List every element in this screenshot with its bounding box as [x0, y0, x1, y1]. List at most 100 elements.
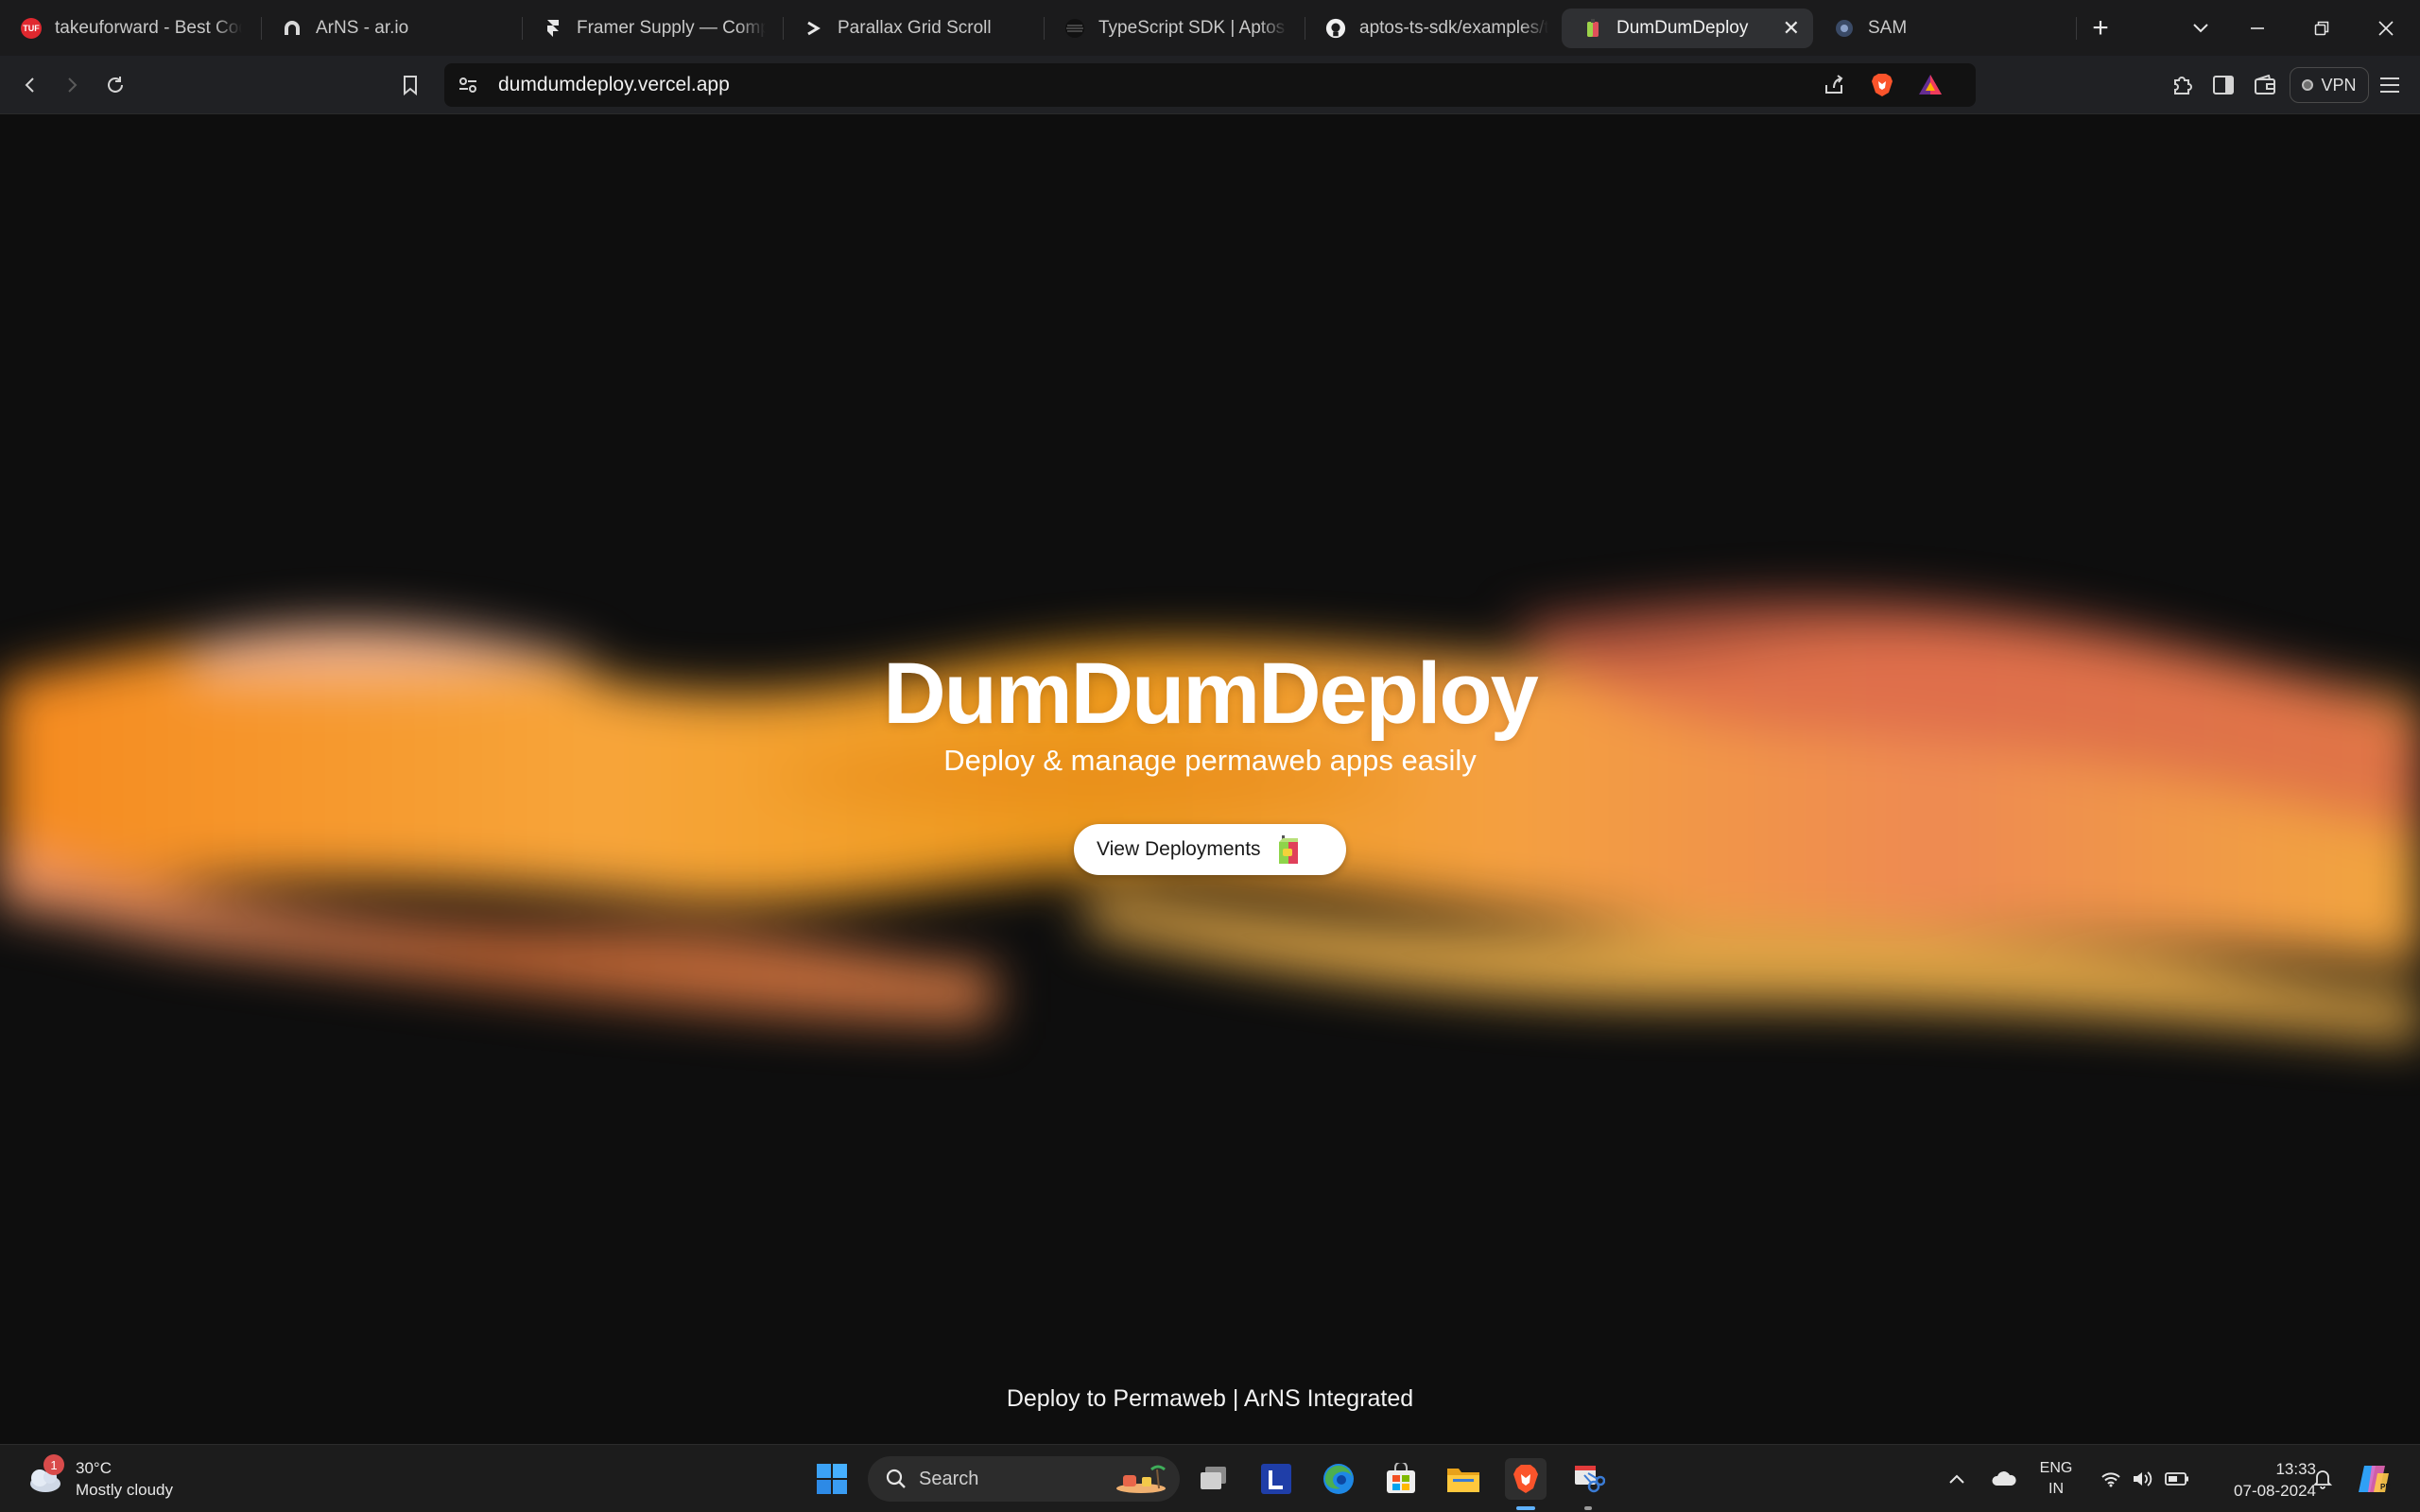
taskbar-app-l[interactable]	[1255, 1458, 1297, 1500]
wallet-button[interactable]	[2246, 56, 2284, 114]
volume-tray-icon[interactable]	[2129, 1445, 2157, 1512]
close-tab-icon[interactable]: ✕	[1783, 16, 1800, 41]
taskbar-search[interactable]: Search	[868, 1456, 1180, 1502]
browser-tab-strip: TUF takeuforward - Best Coding ArNS - ar…	[0, 0, 2420, 56]
sidebar-toggle-button[interactable]	[2204, 56, 2242, 114]
framer-icon	[543, 18, 563, 39]
tuf-icon: TUF	[21, 18, 42, 39]
hero-subtitle: Deploy & manage permaweb apps easily	[943, 744, 1477, 777]
brave-shields-icon[interactable]	[1870, 72, 1894, 103]
hero-title: DumDumDeploy	[883, 645, 1539, 742]
new-tab-button[interactable]: +	[2080, 0, 2121, 56]
web-page: DumDumDeploy Deploy & manage permaweb ap…	[0, 115, 2420, 1444]
task-view-button[interactable]	[1193, 1458, 1235, 1500]
clock-time: 13:33	[2275, 1460, 2316, 1478]
wallet-icon	[2255, 75, 2275, 94]
view-deployments-button[interactable]: View Deployments	[1074, 824, 1346, 875]
brave-rewards-icon[interactable]	[1917, 73, 1944, 102]
taskbar-brave-browser[interactable]	[1505, 1458, 1547, 1500]
taskbar-snipping-tool[interactable]	[1567, 1458, 1609, 1500]
tab-dumdumdeploy[interactable]: DumDumDeploy ✕	[1562, 9, 1813, 48]
bookmark-button[interactable]	[391, 56, 429, 114]
tab-parallax-grid-scroll[interactable]: Parallax Grid Scroll	[783, 9, 1040, 48]
weather-notification-badge: 1	[43, 1454, 64, 1475]
copilot-icon: PRE	[2359, 1466, 2391, 1492]
close-window-icon[interactable]	[2365, 0, 2407, 56]
bookmark-icon	[404, 76, 417, 95]
reload-icon	[108, 77, 123, 93]
l-app-icon	[1261, 1464, 1291, 1494]
start-button[interactable]	[811, 1458, 853, 1500]
tab-typescript-sdk[interactable]: TypeScript SDK | Aptos Docs	[1044, 9, 1301, 48]
juice-box-icon	[1278, 835, 1298, 864]
forward-arrow-icon	[68, 77, 78, 93]
onedrive-cloud-icon	[1992, 1471, 2016, 1486]
notifications-button[interactable]	[2307, 1445, 2339, 1512]
forward-button[interactable]	[53, 56, 91, 114]
back-arrow-icon	[25, 77, 34, 93]
tab-title: aptos-ts-sdk/examples/typescript	[1359, 18, 1548, 38]
tab-search-chevron-icon[interactable]	[2180, 0, 2221, 56]
share-icon[interactable]	[1823, 74, 1845, 101]
tab-separator	[2076, 17, 2077, 40]
sam-icon	[1834, 18, 1855, 39]
site-settings-icon[interactable]	[458, 75, 478, 100]
address-bar[interactable]: dumdumdeploy.vercel.app	[444, 63, 1976, 107]
vpn-button[interactable]: VPN	[2290, 67, 2369, 103]
tab-takeuforward[interactable]: TUF takeuforward - Best Coding	[0, 9, 255, 48]
tab-title: SAM	[1868, 18, 1908, 38]
battery-tray-icon[interactable]	[2163, 1445, 2191, 1512]
tab-sam[interactable]: SAM	[1813, 9, 2070, 48]
back-button[interactable]	[11, 56, 49, 114]
show-hidden-icons-button[interactable]	[1940, 1445, 1974, 1512]
search-icon	[886, 1469, 906, 1488]
search-placeholder: Search	[919, 1468, 979, 1489]
chevron-right-icon	[804, 18, 824, 39]
minimize-window-icon[interactable]	[2237, 0, 2278, 56]
vpn-label: VPN	[2321, 75, 2357, 94]
sidebar-icon	[2213, 76, 2234, 94]
tab-title: TypeScript SDK | Aptos Docs	[1098, 18, 1288, 38]
main-menu-button[interactable]	[2371, 56, 2409, 114]
vpn-status-icon	[2302, 79, 2314, 91]
github-icon	[1325, 18, 1346, 39]
tab-aptos-ts-sdk-github[interactable]: aptos-ts-sdk/examples/typescript	[1305, 9, 1562, 48]
chevron-up-icon	[1949, 1474, 1964, 1484]
task-view-icon	[1201, 1467, 1226, 1489]
url-text[interactable]: dumdumdeploy.vercel.app	[498, 63, 730, 107]
system-clock[interactable]: 13:33 07-08-2024	[2203, 1458, 2316, 1502]
screen: TUF takeuforward - Best Coding ArNS - ar…	[0, 0, 2420, 1512]
svg-text:PRE: PRE	[2380, 1483, 2391, 1491]
reload-button[interactable]	[96, 56, 134, 114]
hamburger-menu-icon	[2380, 77, 2399, 93]
taskbar-file-explorer[interactable]	[1443, 1458, 1484, 1500]
aptos-icon	[1064, 18, 1085, 39]
wifi-tray-icon[interactable]	[2097, 1445, 2125, 1512]
folder-icon	[1447, 1469, 1479, 1492]
view-deployments-label: View Deployments	[1097, 838, 1261, 860]
tab-title: takeuforward - Best Coding	[55, 18, 242, 38]
copilot-button[interactable]: PRE	[2352, 1445, 2395, 1512]
taskbar-microsoft-store[interactable]	[1380, 1458, 1422, 1500]
tab-title: Framer Supply — Components	[577, 18, 766, 38]
input-language-indicator[interactable]: ENG IN	[2032, 1458, 2080, 1500]
store-icon	[1387, 1463, 1415, 1493]
windows-logo-icon	[817, 1464, 847, 1494]
tab-framer-supply[interactable]: Framer Supply — Components	[522, 9, 779, 48]
windows-taskbar: 30°C Mostly cloudy 1 Search ENG IN 13:33…	[0, 1444, 2420, 1512]
puzzle-icon	[2174, 77, 2192, 94]
brave-running-indicator	[1516, 1506, 1535, 1510]
tab-title: DumDumDeploy	[1616, 18, 1749, 38]
tab-arns[interactable]: ArNS - ar.io	[261, 9, 518, 48]
onedrive-tray-button[interactable]	[1985, 1445, 2023, 1512]
region-code: IN	[2048, 1481, 2064, 1497]
restore-window-icon[interactable]	[2301, 0, 2342, 56]
brave-icon	[1513, 1465, 1538, 1493]
weather-description: Mostly cloudy	[76, 1481, 173, 1499]
snipping-tool-icon	[1575, 1466, 1605, 1493]
taskbar-edge[interactable]	[1318, 1458, 1359, 1500]
gradient-wave-background	[0, 599, 2420, 1041]
arns-icon	[282, 18, 302, 39]
tab-title: Parallax Grid Scroll	[838, 18, 992, 38]
extensions-button[interactable]	[2163, 56, 2201, 114]
